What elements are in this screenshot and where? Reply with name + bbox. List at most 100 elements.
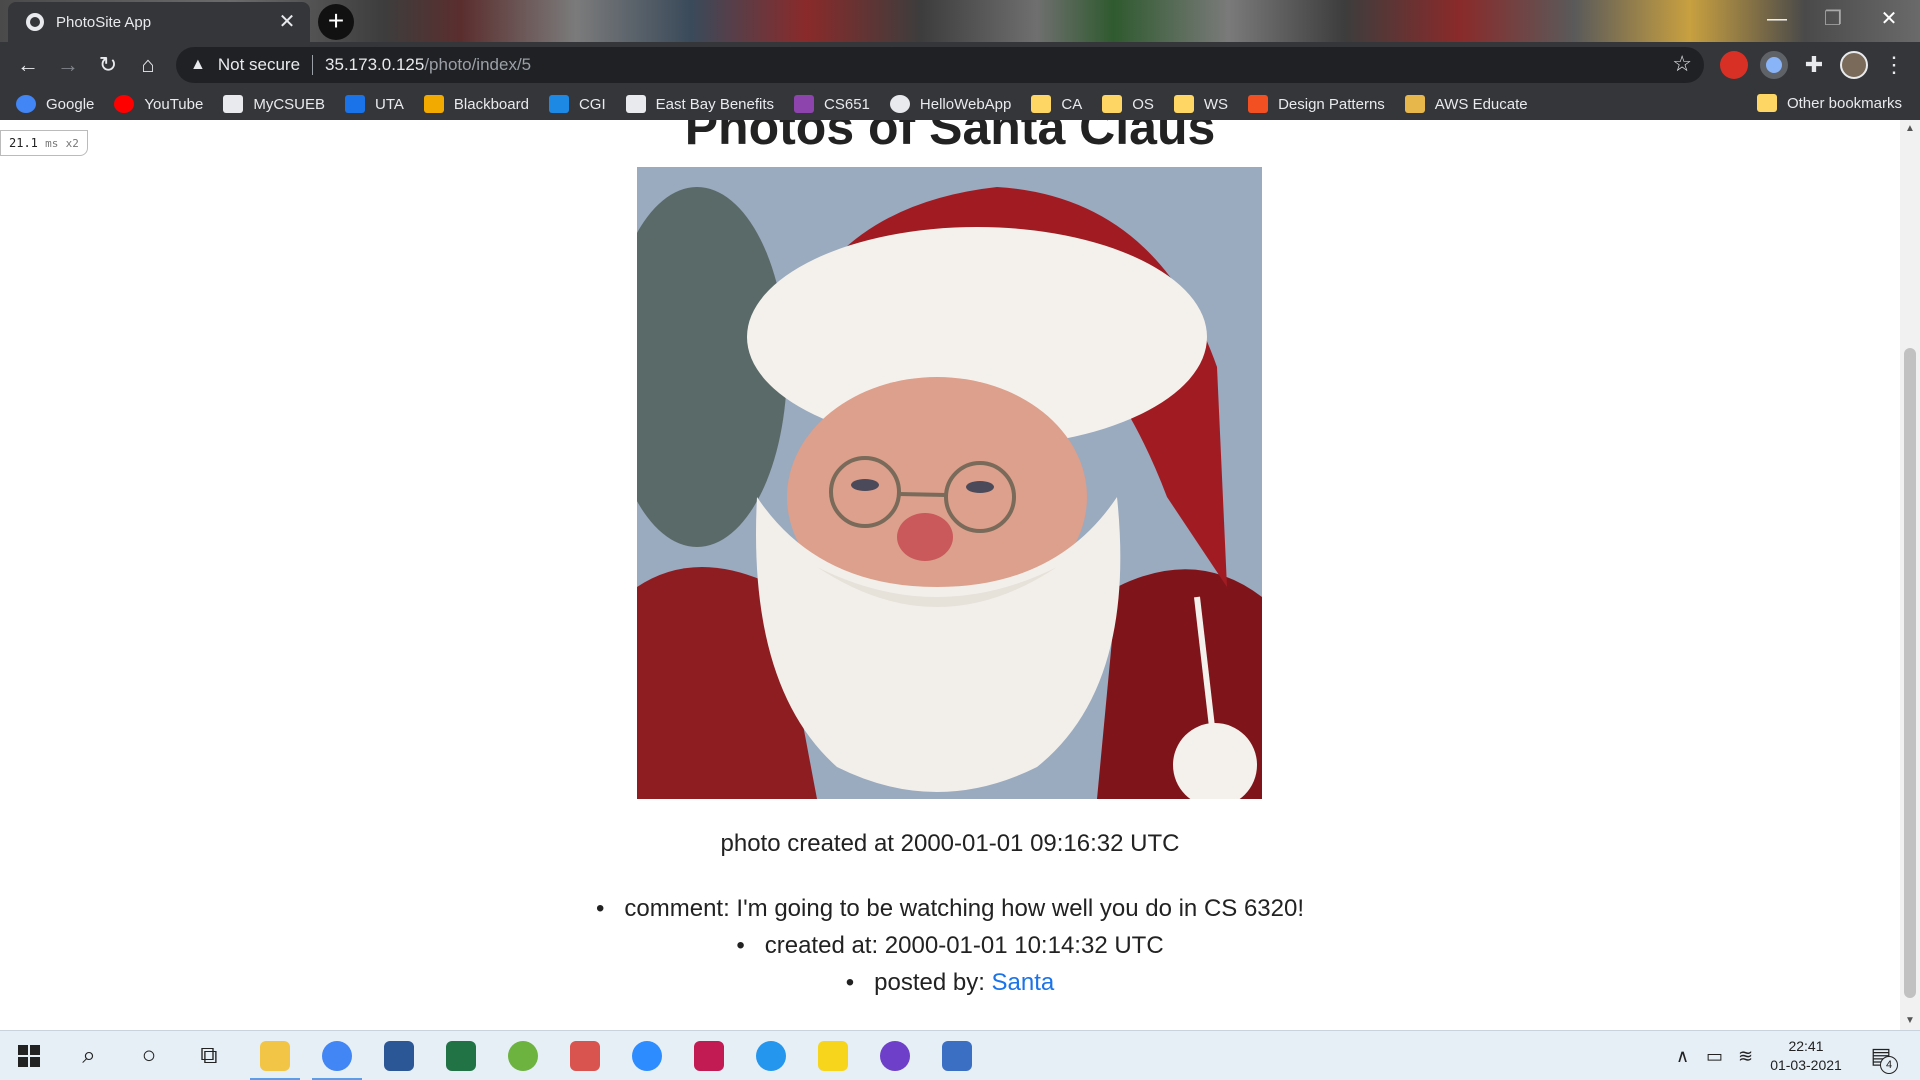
bookmark-star-icon[interactable]: ☆ <box>1672 51 1692 77</box>
globe-icon <box>889 95 910 113</box>
tab-photosite[interactable]: PhotoSite App ✕ <box>8 2 310 42</box>
bookmark-ca[interactable]: CA <box>1031 95 1082 113</box>
taskbar-snipping-tool[interactable] <box>556 1031 614 1080</box>
reload-button[interactable]: ↻ <box>92 49 124 81</box>
scroll-down-arrow-icon[interactable]: ▼ <box>1900 1012 1920 1030</box>
browser-toolbar: ← → ↻ ⌂ ▲ Not secure 35.173.0.125/photo/… <box>0 42 1920 88</box>
taskbar-file-explorer[interactable] <box>246 1031 304 1080</box>
windows-logo-icon <box>18 1045 40 1067</box>
bookmark-label: East Bay Benefits <box>655 95 775 113</box>
cgi-icon <box>548 95 569 113</box>
blackboard-icon <box>423 95 444 113</box>
scroll-up-arrow-icon[interactable]: ▲ <box>1900 120 1920 138</box>
taskbar-excel[interactable] <box>432 1031 490 1080</box>
cortana-button[interactable]: ○ <box>120 1031 178 1080</box>
tab-title: PhotoSite App <box>56 13 152 31</box>
wifi-icon[interactable]: ≋ <box>1738 1031 1753 1080</box>
word-icon <box>384 1041 414 1071</box>
extension-circle-icon[interactable] <box>1760 51 1788 79</box>
zoom-icon <box>632 1041 662 1071</box>
bookmark-label: Google <box>46 95 95 113</box>
rubymine-icon <box>694 1041 724 1071</box>
bookmark-blackboard[interactable]: Blackboard <box>423 95 529 113</box>
system-clock[interactable]: 22:41 01-03-2021 <box>1766 1037 1846 1075</box>
excel-icon <box>446 1041 476 1071</box>
taskbar-word[interactable] <box>370 1031 428 1080</box>
taskbar-github-desktop[interactable] <box>866 1031 924 1080</box>
posted-by-label: posted by: <box>874 969 992 996</box>
forward-button[interactable]: → <box>52 49 84 81</box>
bookmark-cs651[interactable]: CS651 <box>794 95 870 113</box>
bookmark-label: Blackboard <box>453 95 529 113</box>
new-tab-button[interactable]: + <box>318 4 354 40</box>
avatar[interactable] <box>1840 51 1868 79</box>
window-close-button[interactable]: ✕ <box>1866 0 1912 42</box>
task-view-button[interactable]: ⧉ <box>180 1031 238 1080</box>
start-button[interactable] <box>0 1031 58 1080</box>
eb-icon <box>625 95 646 113</box>
other-bookmarks[interactable]: Other bookmarks <box>1756 94 1902 112</box>
user-link-santa[interactable]: Santa <box>992 969 1055 996</box>
bookmark-east-bay-benefits[interactable]: East Bay Benefits <box>625 95 775 113</box>
minimize-button[interactable]: — <box>1754 0 1800 42</box>
taskbar-spring-tool[interactable] <box>494 1031 552 1080</box>
photo-created-date: photo created at 2000-01-01 09:16:32 UTC <box>720 830 1180 857</box>
search-button[interactable]: ⌕ <box>60 1031 118 1080</box>
santa-photo <box>637 167 1262 799</box>
folder-icon <box>1756 94 1777 112</box>
aws-box-icon <box>1404 95 1425 113</box>
docker-icon <box>756 1041 786 1071</box>
bookmarks-bar: Google YouTube MyCSUEB UTA Blackboard CGI East… <box>0 88 1920 120</box>
bookmark-mycsueb[interactable]: MyCSUEB <box>223 95 325 113</box>
bookmark-label: WS <box>1203 95 1229 113</box>
taskbar-docker[interactable] <box>742 1031 800 1080</box>
network-app-icon <box>942 1041 972 1071</box>
extensions-puzzle-icon[interactable]: ✚ <box>1800 51 1828 79</box>
github-desktop-icon <box>880 1041 910 1071</box>
bookmark-label: OS <box>1132 95 1154 113</box>
restore-button[interactable]: ❐ <box>1810 0 1856 42</box>
bookmark-ws[interactable]: WS <box>1173 95 1229 113</box>
extension-red-icon[interactable] <box>1720 51 1748 79</box>
taskbar-sticky-notes[interactable] <box>804 1031 862 1080</box>
taskbar-zoom[interactable] <box>618 1031 676 1080</box>
url-host: 35.173.0.125 <box>325 55 425 74</box>
clock-date: 01-03-2021 <box>1770 1057 1842 1073</box>
sticky-notes-icon <box>818 1041 848 1071</box>
security-label[interactable]: Not secure <box>218 55 300 75</box>
timing-badge: 21.1 ms x2 <box>0 130 88 156</box>
comment-body: comment: I'm going to be watching how we… <box>624 895 1305 922</box>
bookmark-aws-educate[interactable]: AWS Educate <box>1404 95 1528 113</box>
spring-tool-icon <box>508 1041 538 1071</box>
cortana-circle-icon: ○ <box>141 1042 157 1069</box>
page-title: Photos of Santa Claus <box>684 120 1216 155</box>
home-button[interactable]: ⌂ <box>132 49 164 81</box>
google-icon <box>16 95 36 113</box>
bookmark-os[interactable]: OS <box>1102 95 1154 113</box>
close-icon[interactable]: ✕ <box>276 12 298 32</box>
page-scrollbar[interactable]: ▲ ▼ <box>1900 120 1920 1030</box>
santa-illustration <box>637 167 1262 799</box>
bookmark-design-patterns[interactable]: Design Patterns <box>1248 95 1385 113</box>
tray-chevron-icon[interactable]: ∧ <box>1676 1031 1689 1080</box>
warning-icon: ▲ <box>190 56 206 73</box>
back-button[interactable]: ← <box>12 49 44 81</box>
bookmark-hellowebapp[interactable]: HelloWebApp <box>889 95 1011 113</box>
bookmark-cgi[interactable]: CGI <box>548 95 606 113</box>
folder-icon <box>1031 95 1052 113</box>
bookmark-youtube[interactable]: YouTube <box>114 95 203 113</box>
divider <box>312 55 314 75</box>
bookmark-label: CGI <box>578 95 606 113</box>
comment-list: comment: I'm going to be watching how we… <box>0 890 1900 1001</box>
taskbar-rubymine[interactable] <box>680 1031 738 1080</box>
battery-icon[interactable]: ▭ <box>1706 1031 1723 1080</box>
bookmark-google[interactable]: Google <box>16 95 94 113</box>
menu-kebab-icon[interactable]: ⋮ <box>1880 51 1908 79</box>
taskbar-network-app[interactable] <box>928 1031 986 1080</box>
taskbar-chrome[interactable] <box>308 1031 366 1080</box>
folder-icon <box>1102 95 1123 113</box>
address-bar[interactable]: ▲ Not secure 35.173.0.125/photo/index/5 … <box>176 47 1704 83</box>
file-explorer-icon <box>260 1041 290 1071</box>
bookmark-uta[interactable]: UTA <box>345 95 404 113</box>
scroll-thumb[interactable] <box>1904 348 1916 998</box>
